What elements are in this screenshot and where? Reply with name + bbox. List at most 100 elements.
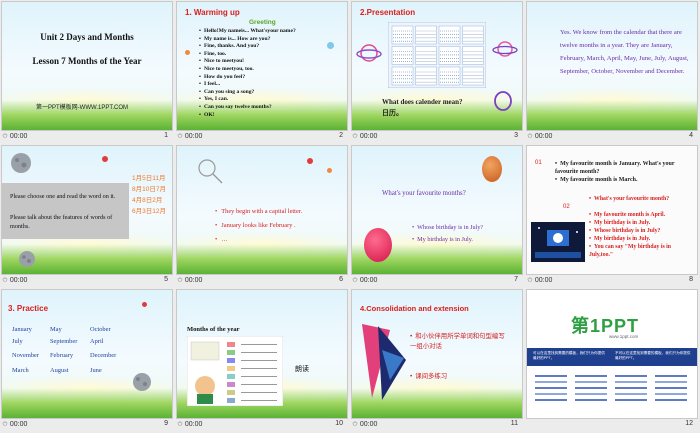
slide-duration: 00:00 xyxy=(359,421,378,428)
bullet-icon: • xyxy=(215,222,218,229)
star-icon: ✩ xyxy=(352,277,358,284)
date-text: 4月8日2月 xyxy=(132,197,163,204)
dialogue-item: • My birthday is in July. xyxy=(589,235,695,243)
slide-9: 3. Practice January May October July Septemb… xyxy=(2,290,172,418)
slide-title: 1. Warming up xyxy=(185,8,240,17)
slide-duration: 00:00 xyxy=(9,421,28,428)
bullet-icon: • xyxy=(199,73,201,80)
feature-text: January looks like February . xyxy=(221,222,296,229)
slide-number: 11 xyxy=(510,420,518,427)
slide-duration: 00:00 xyxy=(184,277,203,284)
dialogue-item: • My favourite month is March. xyxy=(555,176,693,184)
slide-10: Months of the year 朗读 xyxy=(177,290,347,418)
slide-thumb-2[interactable]: 1. Warming up Greeting • Hello!My nameis.… xyxy=(175,0,350,144)
link-blocks xyxy=(535,375,687,401)
grass-decoration xyxy=(177,244,347,274)
slide-thumb-3[interactable]: 2.Presentation What does calender mean? … xyxy=(350,0,525,144)
poster-picture xyxy=(227,398,235,403)
greeting-line: • OK! xyxy=(199,112,215,118)
slide-thumb-10[interactable]: Months of the year 朗读 ✩ 00:00 10 xyxy=(175,288,350,432)
poster-picture xyxy=(227,342,235,347)
bullet-icon: • xyxy=(589,196,592,202)
months-poster-image xyxy=(187,336,283,406)
slide-duration: 00:00 xyxy=(9,277,28,284)
poster-picture xyxy=(227,366,235,371)
task-item: • 课间多练习 xyxy=(410,372,510,382)
slide-duration: 00:00 xyxy=(359,277,378,284)
bullet-icon: • xyxy=(199,50,201,57)
slide-number: 1 xyxy=(164,132,168,139)
instruction-line: Please talk about the features of words … xyxy=(10,214,113,230)
slide-thumb-11[interactable]: 4.Consolidation and extension • 和小伙伴用所学单词… xyxy=(350,288,525,432)
date-text: 1月5日11月 xyxy=(132,175,166,182)
bullet-icon: • xyxy=(410,373,413,380)
bullet-icon: • xyxy=(410,333,413,340)
month-grid: January May October July September April Novem… xyxy=(2,290,172,418)
slide-4: Yes. We know from the calendar that ther… xyxy=(527,2,697,130)
slide-thumb-8[interactable]: 01 02 • My favourite month is January. Wh… xyxy=(525,144,700,288)
greeting-text: Yes, I can. xyxy=(203,96,229,103)
month-word: April xyxy=(90,338,104,345)
slide-8: 01 02 • My favourite month is January. Wh… xyxy=(527,146,697,274)
slide-duration: 00:00 xyxy=(184,133,203,140)
slide-thumb-7[interactable]: What's your favourite months? • Whose bir… xyxy=(350,144,525,288)
bullet-icon: • xyxy=(589,220,592,226)
month-word: August xyxy=(50,367,69,374)
slide-number: 2 xyxy=(339,132,343,139)
slide-title: Unit 2 Days and Months xyxy=(40,32,134,42)
month-word: May xyxy=(50,326,62,333)
moon-icon xyxy=(133,373,151,391)
bullet-icon: • xyxy=(215,208,218,215)
greeting-line: • My name is... How are you? xyxy=(199,36,270,42)
greeting-line: • Fine, thanks. And you? xyxy=(199,43,259,49)
moon-icon xyxy=(19,251,35,267)
dialogue-item: • My favourite month is April. xyxy=(589,211,695,219)
slide-duration: 00:00 xyxy=(184,421,203,428)
greeting-text: My name is... How are you? xyxy=(203,35,271,42)
greeting-text: I feel... xyxy=(203,81,221,88)
instruction-line: Please choose one and read the word on i… xyxy=(10,193,116,200)
slide-duration: 00:00 xyxy=(359,133,378,140)
bullet-icon: • xyxy=(199,81,201,88)
slide-number: 5 xyxy=(164,276,168,283)
slide-title: 4.Consolidation and extension xyxy=(360,304,469,313)
slide-number: 6 xyxy=(339,276,343,283)
slide-3: 2.Presentation What does calender mean? … xyxy=(352,2,522,130)
dialogue-text: What's your favourite month? xyxy=(594,196,670,202)
greeting-text: Fine, thanks. And you? xyxy=(203,43,260,50)
dialogue-text: You can say "My birthday is in July,too.… xyxy=(589,244,672,258)
planet-decoration xyxy=(492,41,518,57)
balloon-decoration xyxy=(364,228,392,262)
moon-icon xyxy=(11,153,31,173)
bubble-decoration xyxy=(327,42,334,49)
greeting-line: • Nice to meetyou! xyxy=(199,58,244,64)
feature-text: They begin with a capital letter. xyxy=(221,208,303,215)
poster-picture xyxy=(227,374,235,379)
greeting-line: • Fine, too. xyxy=(199,51,226,57)
slide-number: 3 xyxy=(514,132,518,139)
planet-decoration xyxy=(356,44,382,62)
read-aloud-label: 朗读 xyxy=(295,366,309,373)
task-text: 和小伙伴用所学单词和句型编写一组小对话 xyxy=(410,333,505,350)
slide-thumb-9[interactable]: 3. Practice January May October July Septemb… xyxy=(0,288,175,432)
month-word: February xyxy=(50,352,74,359)
star-icon: ✩ xyxy=(2,133,8,140)
calendar-explanation: Yes. We know from the calendar that ther… xyxy=(560,29,689,75)
task-text: 课间多练习 xyxy=(415,373,448,380)
slide-1: Unit 2 Days and Months Lesson 7 Months o… xyxy=(2,2,172,130)
number-label: 01 xyxy=(535,160,542,166)
bubble-decoration xyxy=(307,158,313,164)
slide-thumb-12[interactable]: 第1PPT www.1ppt.com 可以在这里找到需要的模板，我们只为你提供最… xyxy=(525,288,700,432)
slide-thumb-5[interactable]: Please choose one and read the word on i… xyxy=(0,144,175,288)
slide-thumb-4[interactable]: Yes. We know from the calendar that ther… xyxy=(525,0,700,144)
slide-number: 12 xyxy=(685,420,693,427)
balloon-decoration xyxy=(482,156,502,182)
slide-thumb-6[interactable]: • They begin with a capital letter. • Janua… xyxy=(175,144,350,288)
greeting-text: Nice to meetyou, too. xyxy=(203,66,254,72)
slide-number: 10 xyxy=(335,420,343,427)
star-icon: ✩ xyxy=(352,133,358,140)
slide-thumb-1[interactable]: Unit 2 Days and Months Lesson 7 Months o… xyxy=(0,0,175,144)
month-word: March xyxy=(12,367,29,374)
greeting-line: • Nice to meetyou, too. xyxy=(199,66,254,72)
slide-title: Months of the year xyxy=(187,326,240,333)
